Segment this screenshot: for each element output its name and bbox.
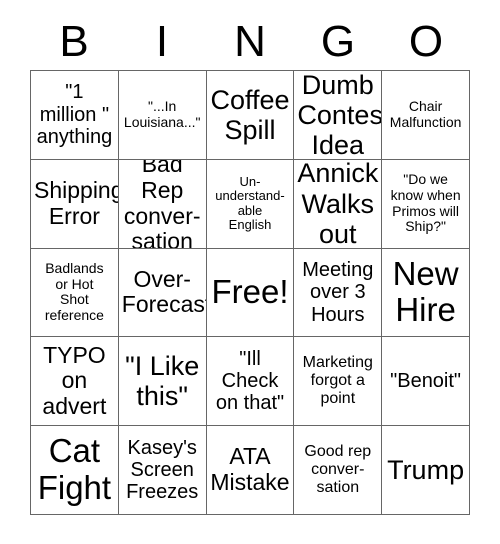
bingo-cell-label: "1 million " anything [36,81,113,149]
bingo-cell[interactable]: "Do we know when Primos will Ship?" [382,159,470,249]
bingo-cell[interactable]: Trump [382,426,470,515]
bingo-header-letter-g: G [320,17,356,66]
bingo-cell-label: Over- Forecast [121,265,207,318]
bingo-cell-label: Bad Rep conver- sation [123,159,201,249]
bingo-cell[interactable]: Badlands or Hot Shot reference [31,248,119,338]
bingo-cell[interactable]: "Ill Check on that" [206,337,295,427]
bingo-cell-label: Badlands or Hot Shot reference [44,260,104,324]
bingo-cell[interactable]: "1 million " anything [31,71,119,160]
bingo-header-letter-n: N [234,17,266,66]
bingo-cell[interactable]: Un- understand- able English [206,159,295,249]
bingo-cell-label: "Do we know when Primos will Ship?" [390,171,461,235]
bingo-card: B I N G O "1 million " anything "...In Louisi… [0,0,500,544]
bingo-cell-label: "Ill Check on that" [215,347,285,415]
bingo-cell-label: Free! [211,273,289,311]
bingo-cell-label: Kasey's Screen Freezes [126,436,199,504]
bingo-cell-label: Good rep conver- sation [304,443,372,497]
bingo-cell[interactable]: Shipping Error [31,159,119,249]
bingo-cell[interactable]: Marketing forgot a point [294,337,383,427]
bingo-cell-label: Shipping Error [34,176,119,229]
bingo-header-letter-o: O [408,17,444,66]
bingo-cell[interactable]: Over- Forecast [118,248,207,338]
bingo-header-letter-b: B [59,17,89,66]
bingo-cell[interactable]: Meeting over 3 Hours [294,248,383,338]
bingo-cell-label: ATA Mistake [210,443,290,496]
bingo-cell[interactable]: ATA Mistake [206,426,295,515]
bingo-cell-label: "Benoit" [390,370,462,393]
bingo-cell[interactable]: Coffee Spill [206,71,295,160]
bingo-cell-label: Chair Malfunction [389,98,462,130]
bingo-cell-label: "...In Louisiana..." [123,98,201,130]
bingo-cell-label: Marketing forgot a point [302,354,373,408]
bingo-cell-label: Un- understand- able English [215,173,285,233]
bingo-grid: "1 million " anything "...In Louisiana...… [30,70,470,515]
bingo-header-letter-i: I [155,17,169,66]
bingo-cell[interactable]: Good rep conver- sation [294,426,383,515]
bingo-cell[interactable]: Kasey's Screen Freezes [118,426,207,515]
bingo-cell[interactable]: TYPO on advert [31,337,119,427]
bingo-cell[interactable]: Annick Walks out [294,159,383,249]
bingo-cell-label: TYPO on advert [42,341,107,420]
bingo-cell-label: "I Like this" [125,351,200,412]
bingo-cell[interactable]: Cat Fight [31,426,119,515]
bingo-free-space[interactable]: Free! [206,248,295,338]
bingo-cell[interactable]: "Benoit" [382,337,470,427]
bingo-cell[interactable]: Dumb Contest Idea [294,71,383,160]
bingo-cell[interactable]: "I Like this" [118,337,207,427]
bingo-cell-label: Cat Fight [37,432,112,507]
bingo-cell[interactable]: Chair Malfunction [382,71,470,160]
bingo-cell-label: New Hire [392,254,459,329]
bingo-cell-label: Dumb Contest Idea [297,71,383,160]
bingo-cell-label: Trump [387,454,465,485]
bingo-cell-label: Coffee Spill [210,84,290,145]
bingo-cell[interactable]: New Hire [382,248,470,338]
bingo-cell[interactable]: "...In Louisiana..." [118,71,207,160]
bingo-cell-label: Annick Walks out [297,159,379,249]
bingo-header-row: BINGO [30,14,470,70]
bingo-cell-label: Meeting over 3 Hours [302,258,374,326]
bingo-cell[interactable]: Bad Rep conver- sation [118,159,207,249]
